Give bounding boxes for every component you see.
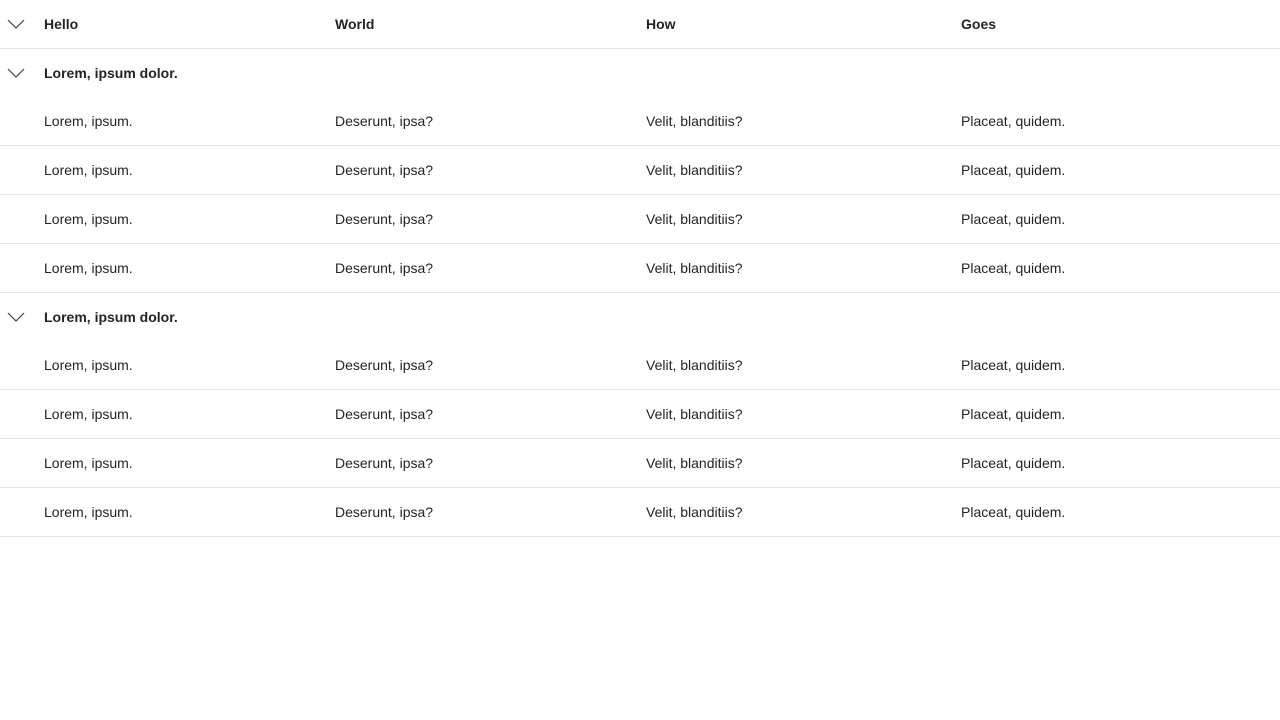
table-row[interactable]: Lorem, ipsum. Deserunt, ipsa? Velit, bla… (0, 488, 1280, 537)
cell-world: Deserunt, ipsa? (335, 211, 434, 227)
cell-goes: Placeat, quidem. (961, 455, 1066, 471)
table-row[interactable]: Lorem, ipsum. Deserunt, ipsa? Velit, bla… (0, 341, 1280, 390)
group-title: Lorem, ipsum dolor. (44, 309, 178, 325)
table-row[interactable]: Lorem, ipsum. Deserunt, ipsa? Velit, bla… (0, 97, 1280, 146)
cell-hello: Lorem, ipsum. (44, 211, 133, 227)
cell-world: Deserunt, ipsa? (335, 162, 434, 178)
cell-hello: Lorem, ipsum. (44, 260, 133, 276)
cell-goes: Placeat, quidem. (961, 406, 1066, 422)
group-toggle-chevron-down-icon[interactable] (4, 305, 28, 329)
table-row[interactable]: Lorem, ipsum. Deserunt, ipsa? Velit, bla… (0, 195, 1280, 244)
column-header-row: Hello World How Goes (0, 0, 1280, 49)
cell-goes: Placeat, quidem. (961, 113, 1066, 129)
cell-goes: Placeat, quidem. (961, 211, 1066, 227)
cell-goes: Placeat, quidem. (961, 260, 1066, 276)
cell-how: Velit, blanditiis? (646, 162, 743, 178)
group-header[interactable]: Lorem, ipsum dolor. (0, 293, 1280, 341)
cell-how: Velit, blanditiis? (646, 406, 743, 422)
column-header-goes[interactable]: Goes (961, 0, 996, 48)
column-header-how[interactable]: How (646, 0, 676, 48)
cell-hello: Lorem, ipsum. (44, 406, 133, 422)
cell-hello: Lorem, ipsum. (44, 162, 133, 178)
cell-how: Velit, blanditiis? (646, 504, 743, 520)
group-title: Lorem, ipsum dolor. (44, 65, 178, 81)
cell-goes: Placeat, quidem. (961, 504, 1066, 520)
cell-world: Deserunt, ipsa? (335, 504, 434, 520)
cell-how: Velit, blanditiis? (646, 357, 743, 373)
cell-hello: Lorem, ipsum. (44, 357, 133, 373)
grouped-data-grid: Hello World How Goes Lorem, ipsum dolor.… (0, 0, 1280, 537)
cell-world: Deserunt, ipsa? (335, 455, 434, 471)
cell-world: Deserunt, ipsa? (335, 113, 434, 129)
cell-hello: Lorem, ipsum. (44, 113, 133, 129)
table-row[interactable]: Lorem, ipsum. Deserunt, ipsa? Velit, bla… (0, 390, 1280, 439)
table-row[interactable]: Lorem, ipsum. Deserunt, ipsa? Velit, bla… (0, 439, 1280, 488)
expand-all-chevron-down-icon[interactable] (4, 12, 28, 36)
cell-goes: Placeat, quidem. (961, 357, 1066, 373)
cell-how: Velit, blanditiis? (646, 260, 743, 276)
cell-world: Deserunt, ipsa? (335, 357, 434, 373)
cell-world: Deserunt, ipsa? (335, 260, 434, 276)
group-toggle-chevron-down-icon[interactable] (4, 61, 28, 85)
group-header[interactable]: Lorem, ipsum dolor. (0, 49, 1280, 97)
cell-how: Velit, blanditiis? (646, 113, 743, 129)
cell-how: Velit, blanditiis? (646, 455, 743, 471)
column-header-hello[interactable]: Hello (44, 0, 78, 48)
cell-hello: Lorem, ipsum. (44, 504, 133, 520)
table-row[interactable]: Lorem, ipsum. Deserunt, ipsa? Velit, bla… (0, 146, 1280, 195)
cell-goes: Placeat, quidem. (961, 162, 1066, 178)
cell-how: Velit, blanditiis? (646, 211, 743, 227)
cell-hello: Lorem, ipsum. (44, 455, 133, 471)
table-row[interactable]: Lorem, ipsum. Deserunt, ipsa? Velit, bla… (0, 244, 1280, 293)
cell-world: Deserunt, ipsa? (335, 406, 434, 422)
column-header-world[interactable]: World (335, 0, 374, 48)
